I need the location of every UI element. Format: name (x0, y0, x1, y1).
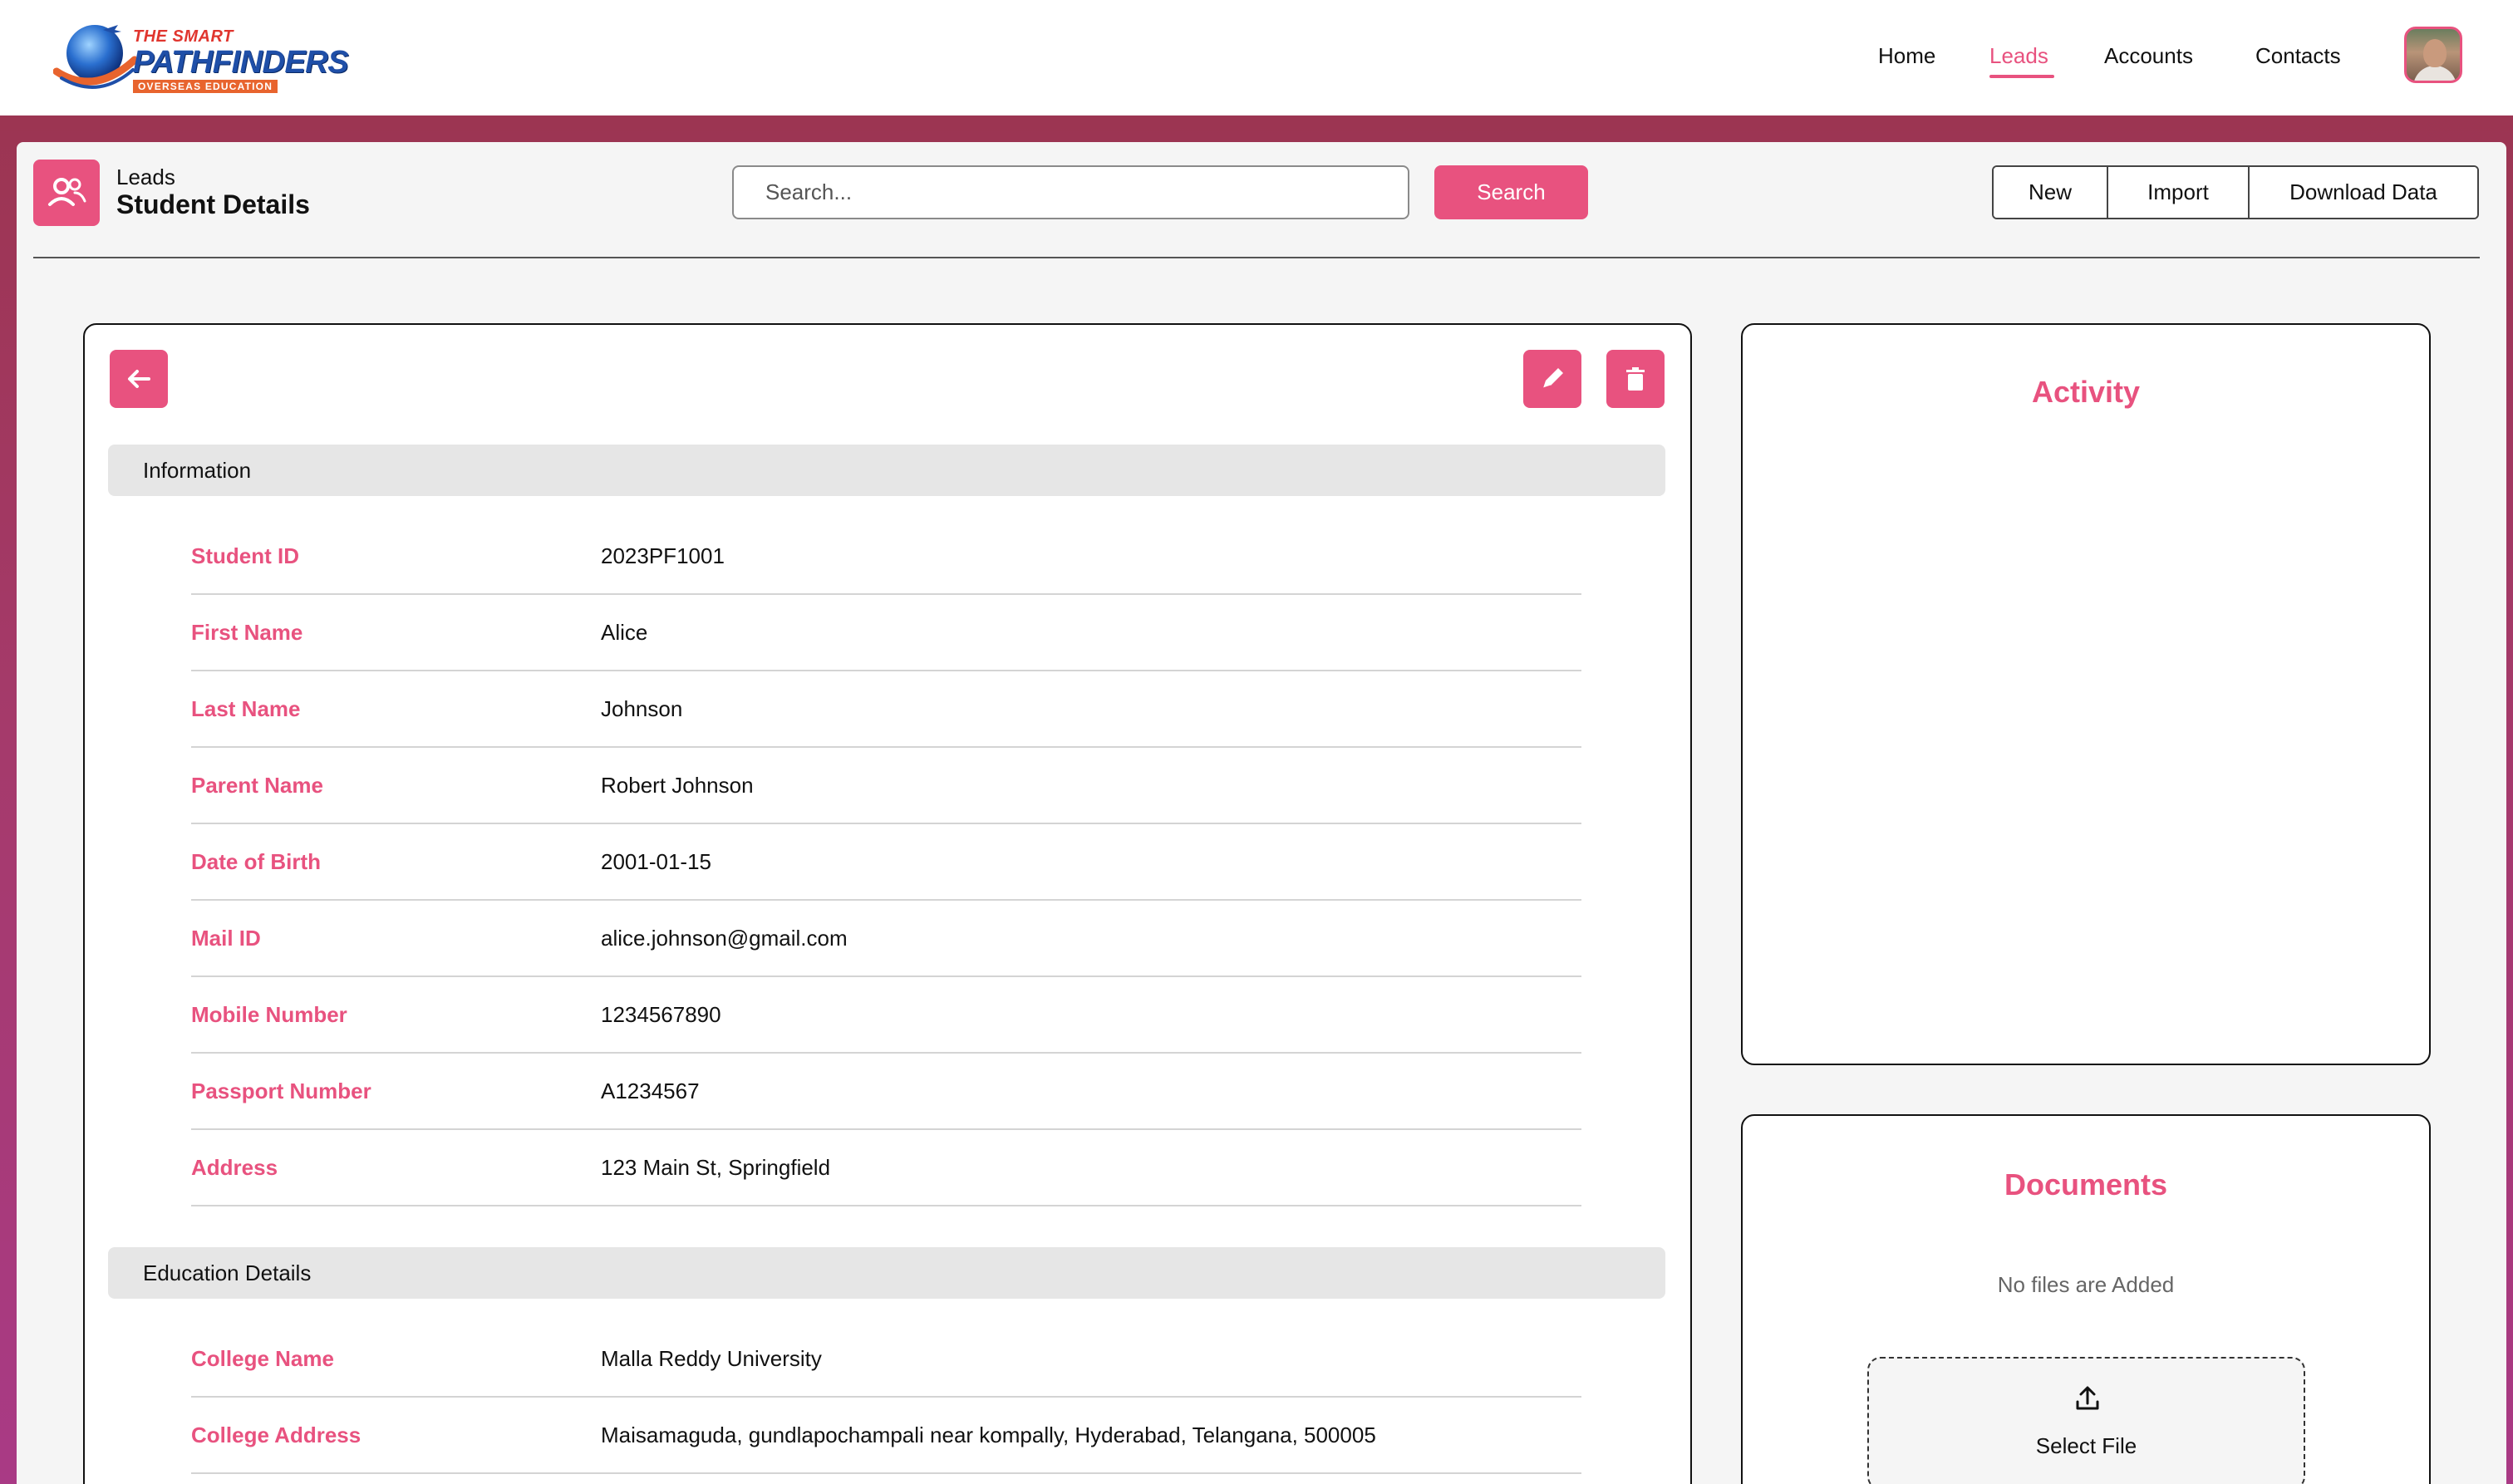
field-label: Student ID (191, 543, 299, 568)
field-value: alice.johnson@gmail.com (601, 926, 848, 951)
field-value: Maisamaguda, gundlapochampali near kompa… (601, 1423, 1376, 1447)
field-row-mail-id: Mail ID alice.johnson@gmail.com (191, 901, 1581, 977)
nav-contacts[interactable]: Contacts (2255, 43, 2341, 69)
page-title: Student Details (116, 189, 310, 219)
import-button[interactable]: Import (2107, 167, 2248, 218)
field-row-last-name: Last Name Johnson (191, 671, 1581, 748)
field-row-student-id: Student ID 2023PF1001 (191, 518, 1581, 595)
field-value: Malla Reddy University (601, 1346, 822, 1371)
arrow-left-icon (128, 370, 150, 388)
field-row-address: Address 123 Main St, Springfield (191, 1130, 1581, 1206)
field-label: College Address (191, 1423, 361, 1447)
field-value: 2023PF1001 (601, 543, 725, 568)
nav-accounts[interactable]: Accounts (2104, 43, 2193, 69)
activity-title: Activity (2031, 375, 2141, 409)
header-divider (33, 257, 2480, 258)
education-section-header[interactable]: Education Details (108, 1247, 1665, 1299)
search-input[interactable] (732, 165, 1409, 219)
field-value: A1234567 (601, 1079, 700, 1103)
field-row-passport-number: Passport Number A1234567 (191, 1054, 1581, 1130)
field-value: 123 Main St, Springfield (601, 1155, 831, 1180)
field-label: Last Name (191, 696, 301, 721)
nav-active-underline (1989, 75, 2054, 78)
field-row-mobile-number: Mobile Number 1234567890 (191, 977, 1581, 1054)
breadcrumb[interactable]: Leads (116, 165, 175, 190)
new-button[interactable]: New (1994, 167, 2107, 218)
field-label: Parent Name (191, 773, 323, 798)
field-value: Alice (601, 620, 648, 645)
no-files-message: No files are Added (1997, 1272, 2175, 1297)
field-row-college-address: College Address Maisamaguda, gundlapocha… (191, 1398, 1581, 1474)
pencil-icon (1542, 368, 1563, 389)
nav-leads[interactable]: Leads (1989, 43, 2048, 69)
logo-line-3: OVERSEAS EDUCATION (133, 80, 278, 93)
trash-icon (1626, 367, 1645, 391)
logo-line-2: PATHFINDERS (133, 45, 349, 80)
user-group-icon (33, 160, 100, 226)
select-file-dropzone[interactable]: Select File (1867, 1357, 2305, 1484)
top-navbar: THE SMART PATHFINDERS OVERSEAS EDUCATION… (0, 0, 2513, 115)
nav-home[interactable]: Home (1878, 43, 1935, 69)
upload-icon (2076, 1386, 2099, 1410)
field-label: First Name (191, 620, 303, 645)
logo-text: THE SMART PATHFINDERS OVERSEAS EDUCATION (133, 27, 349, 93)
documents-card: Documents No files are Added Select File (1741, 1114, 2431, 1484)
activity-card: Activity (1741, 323, 2431, 1065)
field-label: Mail ID (191, 926, 261, 951)
delete-button[interactable] (1606, 350, 1665, 408)
field-row-college-name: College Name Malla Reddy University (191, 1321, 1581, 1398)
field-label: Date of Birth (191, 849, 321, 874)
field-label: Address (191, 1155, 278, 1180)
avatar-body (2413, 66, 2456, 81)
field-value: 2001-01-15 (601, 849, 711, 874)
edit-button[interactable] (1523, 350, 1581, 408)
globe-logo-icon (53, 25, 136, 89)
logo-line-1: THE SMART (133, 27, 234, 46)
field-label: Mobile Number (191, 1002, 347, 1027)
select-file-label: Select File (2035, 1433, 2137, 1458)
action-button-group: New Import Download Data (1992, 165, 2479, 219)
field-row-parent-name: Parent Name Robert Johnson (191, 748, 1581, 824)
field-row-date-of-birth: Date of Birth 2001-01-15 (191, 824, 1581, 901)
field-label: College Name (191, 1346, 334, 1371)
field-value: Robert Johnson (601, 773, 754, 798)
field-row-first-name: First Name Alice (191, 595, 1581, 671)
field-value: 1234567890 (601, 1002, 721, 1027)
back-button[interactable] (110, 350, 168, 408)
information-section-header[interactable]: Information (108, 445, 1665, 496)
search-button[interactable]: Search (1434, 165, 1588, 219)
field-label: Passport Number (191, 1079, 371, 1103)
user-avatar[interactable] (2404, 27, 2462, 83)
field-value: Johnson (601, 696, 683, 721)
download-data-button[interactable]: Download Data (2248, 167, 2477, 218)
avatar-face (2423, 39, 2447, 67)
company-logo[interactable]: THE SMART PATHFINDERS OVERSEAS EDUCATION (53, 20, 349, 96)
documents-title: Documents (2004, 1167, 2168, 1201)
